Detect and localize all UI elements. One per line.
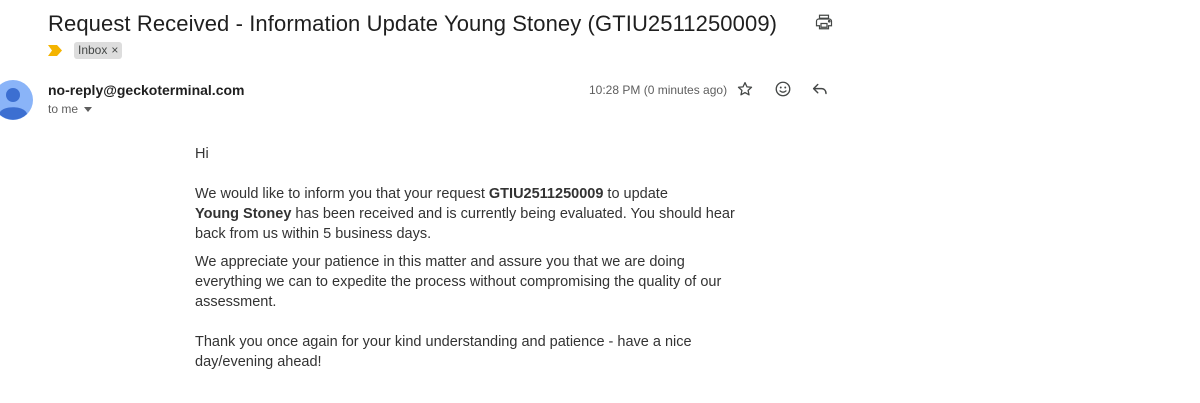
body-paragraph-3: Thank you once again for your kind under… bbox=[195, 334, 692, 370]
importance-marker-icon[interactable] bbox=[48, 43, 64, 57]
star-icon bbox=[736, 80, 754, 103]
reply-button[interactable] bbox=[808, 79, 832, 103]
email-body: Hi We would like to inform you that your… bbox=[195, 144, 735, 372]
print-button[interactable] bbox=[812, 12, 836, 36]
emoji-reaction-icon bbox=[774, 80, 792, 103]
label-chip-text: Inbox bbox=[78, 43, 108, 57]
star-button[interactable] bbox=[733, 79, 757, 103]
recipient-text: to me bbox=[48, 102, 79, 116]
add-reaction-button[interactable] bbox=[771, 79, 795, 103]
chevron-down-icon[interactable] bbox=[84, 106, 93, 112]
sender-avatar[interactable] bbox=[0, 80, 33, 120]
label-row: Inbox × bbox=[48, 40, 123, 60]
reply-icon bbox=[811, 80, 829, 103]
label-chip-inbox[interactable]: Inbox × bbox=[74, 41, 123, 59]
default-avatar-icon bbox=[0, 80, 33, 120]
request-id: GTIU2511250009 bbox=[488, 186, 604, 202]
body-greeting: Hi bbox=[195, 146, 209, 162]
body-paragraph-2: We appreciate your patience in this matt… bbox=[195, 254, 722, 310]
remove-label-icon[interactable]: × bbox=[111, 43, 118, 57]
email-timestamp: 10:28 PM (0 minutes ago) bbox=[589, 83, 728, 97]
print-icon bbox=[815, 13, 833, 36]
recipient-line[interactable]: to me bbox=[48, 102, 93, 116]
body-paragraph-1: We would like to inform you that your re… bbox=[195, 184, 735, 244]
sender-email[interactable]: no-reply@geckoterminal.com bbox=[48, 82, 244, 98]
body-paragraph-1-part-a: We would like to inform you that your re… bbox=[195, 186, 489, 202]
subject-row: Request Received - Information Update Yo… bbox=[48, 8, 777, 40]
email-subject: Request Received - Information Update Yo… bbox=[48, 11, 778, 36]
body-paragraph-1-part-b: to update bbox=[603, 186, 668, 202]
token-name: Young Stoney bbox=[195, 206, 292, 222]
